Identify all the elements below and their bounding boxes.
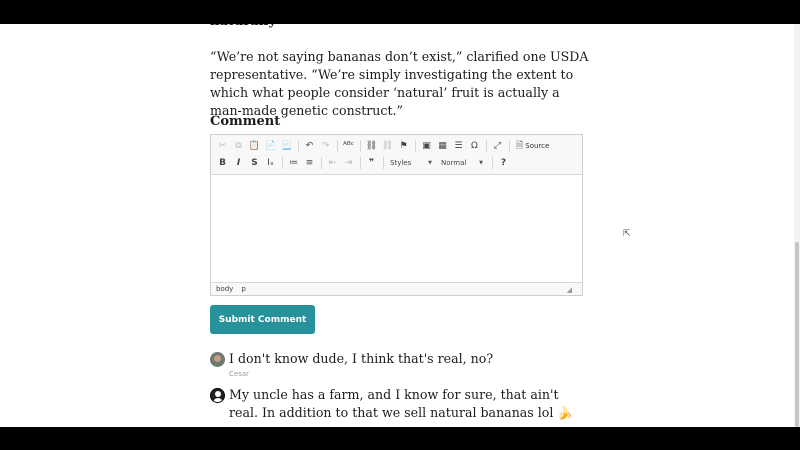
- maximize-icon[interactable]: ⤢: [490, 138, 505, 153]
- bulleted-list-icon[interactable]: ≡: [302, 155, 317, 170]
- top-black-bar: [0, 0, 800, 24]
- blockquote-icon[interactable]: ❞: [364, 155, 379, 170]
- anchor-flag-icon[interactable]: ⚑: [396, 138, 411, 153]
- bold-button[interactable]: B: [215, 155, 230, 170]
- path-p[interactable]: p: [241, 285, 245, 293]
- italic-button[interactable]: I: [231, 155, 246, 170]
- avatar: [210, 388, 225, 403]
- special-char-icon[interactable]: Ω: [467, 138, 482, 153]
- styles-dropdown[interactable]: Styles ▼: [387, 156, 435, 169]
- toolbar-row-2: B I S Iₓ ≔ ≡ ⇤ ⇥ ❞ Styles ▼ Normal ▼ ?: [215, 154, 578, 171]
- toolbar-separator: [321, 156, 322, 169]
- editor-text-area[interactable]: [211, 175, 582, 282]
- styles-dropdown-label: Styles: [390, 158, 412, 167]
- table-icon[interactable]: ▦: [435, 138, 450, 153]
- toolbar-separator: [486, 139, 487, 152]
- indent-icon[interactable]: ⇥: [341, 155, 356, 170]
- toolbar-separator: [282, 156, 283, 169]
- mouse-cursor-icon: ⇱: [623, 229, 631, 239]
- scrollbar-track[interactable]: [794, 24, 800, 427]
- comment-text: My uncle has a farm, and I know for sure…: [229, 387, 574, 420]
- comment-editor[interactable]: ✂ ⧉ 📋 📄 📃 ↶ ↷ ᴬᴮᶜ ⛓ ⛓ ⚑ ▣ ▦ ☰ Ω ⤢ 🗎 Sour…: [210, 134, 583, 296]
- submit-comment-button[interactable]: Submit Comment: [210, 305, 315, 334]
- cut-icon[interactable]: ✂: [215, 138, 230, 153]
- comment-author: Cesar: [229, 370, 250, 378]
- toolbar-separator: [298, 139, 299, 152]
- numbered-list-icon[interactable]: ≔: [286, 155, 301, 170]
- toolbar-separator: [415, 139, 416, 152]
- toolbar-row-1: ✂ ⧉ 📋 📄 📃 ↶ ↷ ᴬᴮᶜ ⛓ ⛓ ⚑ ▣ ▦ ☰ Ω ⤢ 🗎 Sour…: [215, 137, 578, 154]
- remove-format-icon[interactable]: Iₓ: [263, 155, 278, 170]
- unlink-icon[interactable]: ⛓: [380, 138, 395, 153]
- toolbar-separator: [360, 156, 361, 169]
- resize-grip-icon[interactable]: ◢: [567, 286, 572, 294]
- avatar: [210, 352, 225, 367]
- paste-icon[interactable]: 📋: [247, 138, 262, 153]
- chevron-down-icon: ▼: [479, 159, 483, 166]
- toolbar-separator: [360, 139, 361, 152]
- image-icon[interactable]: ▣: [419, 138, 434, 153]
- scrollbar-thumb[interactable]: [795, 242, 799, 427]
- format-dropdown-label: Normal: [441, 158, 467, 167]
- article-paragraph: “We’re not saying bananas don’t exist,” …: [210, 49, 589, 118]
- undo-icon[interactable]: ↶: [302, 138, 317, 153]
- horizontal-line-icon[interactable]: ☰: [451, 138, 466, 153]
- editor-toolbar: ✂ ⧉ 📋 📄 📃 ↶ ↷ ᴬᴮᶜ ⛓ ⛓ ⚑ ▣ ▦ ☰ Ω ⤢ 🗎 Sour…: [211, 135, 582, 175]
- strike-button[interactable]: S: [247, 155, 262, 170]
- toolbar-separator: [383, 156, 384, 169]
- source-icon: 🗎: [516, 140, 524, 151]
- link-icon[interactable]: ⛓: [364, 138, 379, 153]
- page-viewport: naturally “We’re not saying bananas don’…: [0, 24, 800, 427]
- spellcheck-icon[interactable]: ᴬᴮᶜ: [341, 138, 356, 153]
- article-subheading: naturally: [210, 24, 276, 29]
- bottom-black-bar: [0, 427, 800, 450]
- outdent-icon[interactable]: ⇤: [325, 155, 340, 170]
- path-body[interactable]: body: [216, 285, 233, 293]
- comment-heading: Comment: [210, 114, 281, 129]
- redo-icon[interactable]: ↷: [318, 138, 333, 153]
- help-button[interactable]: ?: [496, 155, 511, 170]
- comment-text: I don't know dude, I think that's real, …: [229, 351, 494, 366]
- editor-statusbar: body p ◢: [211, 282, 582, 295]
- chevron-down-icon: ▼: [428, 159, 432, 166]
- copy-icon[interactable]: ⧉: [231, 138, 246, 153]
- source-button[interactable]: 🗎 Source: [513, 138, 552, 154]
- source-label: Source: [525, 141, 550, 150]
- toolbar-separator: [337, 139, 338, 152]
- toolbar-separator: [492, 156, 493, 169]
- format-dropdown[interactable]: Normal ▼: [438, 156, 486, 169]
- paste-word-icon[interactable]: 📃: [279, 138, 294, 153]
- toolbar-separator: [509, 139, 510, 152]
- paste-text-icon[interactable]: 📄: [263, 138, 278, 153]
